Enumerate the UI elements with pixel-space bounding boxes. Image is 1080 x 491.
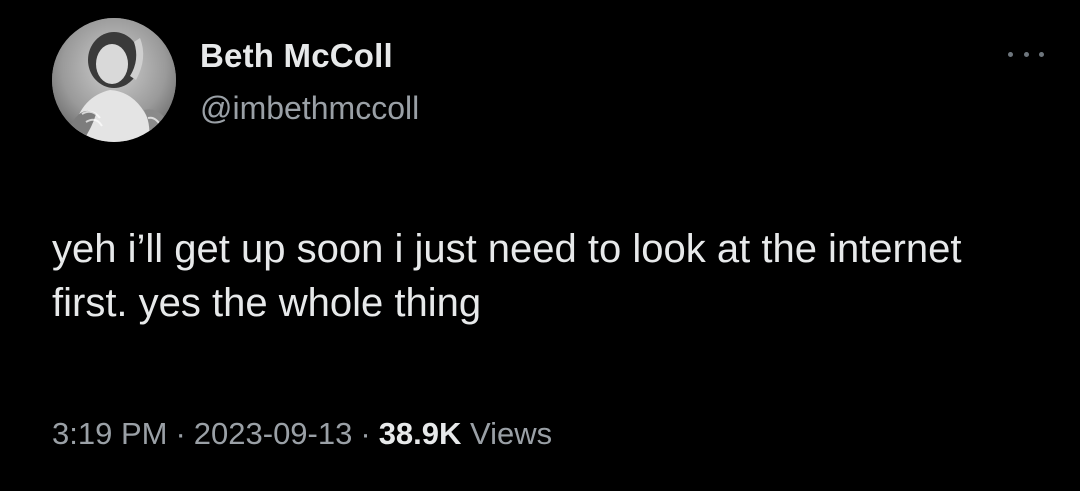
views-label: Views <box>470 416 553 451</box>
meta-separator: · <box>360 416 371 451</box>
more-dot <box>1008 51 1013 57</box>
tweet-time[interactable]: 3:19 PM <box>52 416 167 451</box>
author-name[interactable]: Beth McColl <box>200 36 393 76</box>
views-count: 38.9K <box>378 416 462 451</box>
author-handle[interactable]: @imbethmccoll <box>200 88 419 128</box>
tweet-date[interactable]: 2023-09-13 <box>194 416 353 451</box>
tweet-meta: 3:19 PM · 2023-09-13 · 38.9K Views <box>52 412 552 456</box>
tweet-text: yeh i’ll get up soon i just need to look… <box>52 227 962 325</box>
avatar[interactable] <box>52 18 176 142</box>
more-dot <box>1023 51 1029 57</box>
more-options-icon[interactable] <box>1004 42 1048 66</box>
meta-separator: · <box>175 416 186 451</box>
avatar-photo <box>52 18 176 142</box>
tweet: Beth McColl @imbethmccoll yeh i’ll get u… <box>0 0 1080 491</box>
more-dot <box>1039 51 1044 57</box>
